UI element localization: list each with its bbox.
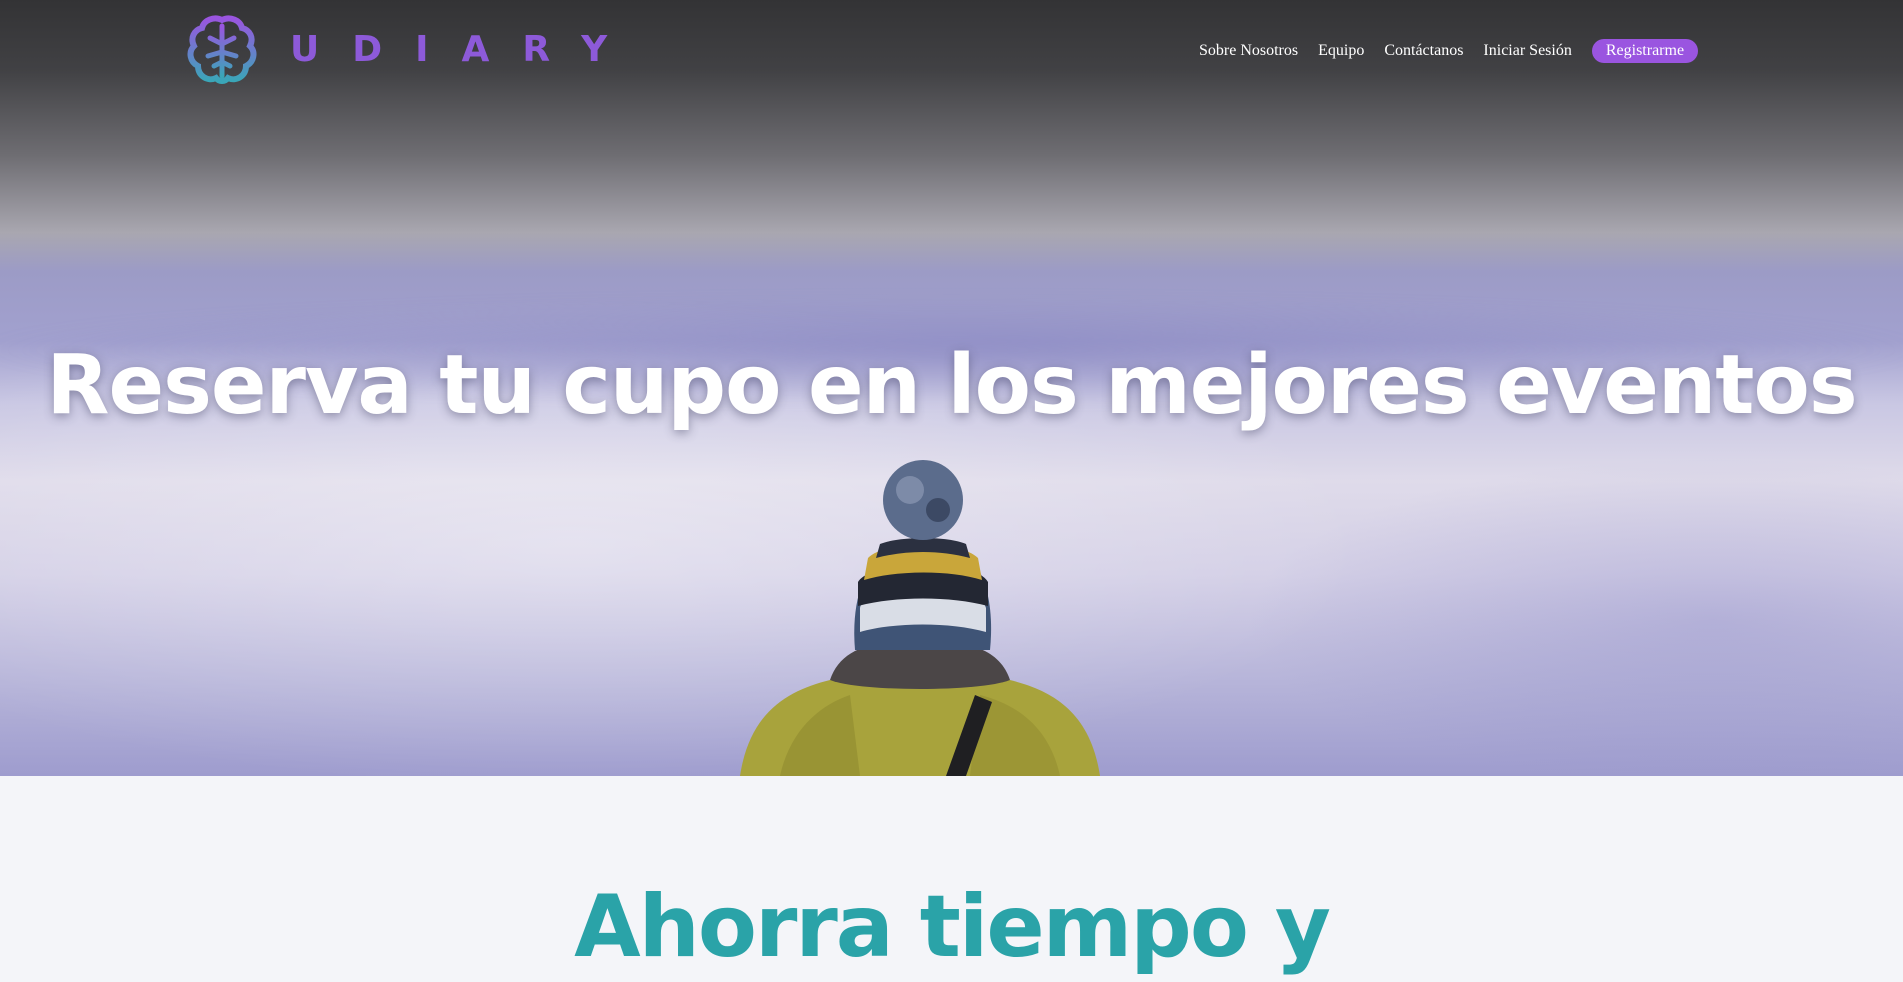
nav-link-contactanos[interactable]: Contáctanos	[1384, 42, 1463, 60]
nav-link-iniciar-sesion[interactable]: Iniciar Sesión	[1483, 42, 1571, 60]
brand-name[interactable]: UDIARY	[290, 28, 640, 72]
nav-link-sobre-nosotros[interactable]: Sobre Nosotros	[1199, 42, 1298, 60]
top-navbar: UDIARY Sobre Nosotros Equipo Contáctanos…	[0, 0, 1903, 100]
brain-icon[interactable]	[186, 14, 258, 86]
person-photo	[740, 460, 1100, 776]
nav-menu: Sobre Nosotros Equipo Contáctanos Inicia…	[1199, 38, 1699, 64]
nav-link-equipo[interactable]: Equipo	[1318, 42, 1364, 60]
register-button[interactable]: Registrarme	[1591, 39, 1699, 63]
section-title: Ahorra tiempo y	[574, 877, 1331, 977]
hero-title: Reserva tu cupo en los mejores eventos	[46, 338, 1857, 433]
